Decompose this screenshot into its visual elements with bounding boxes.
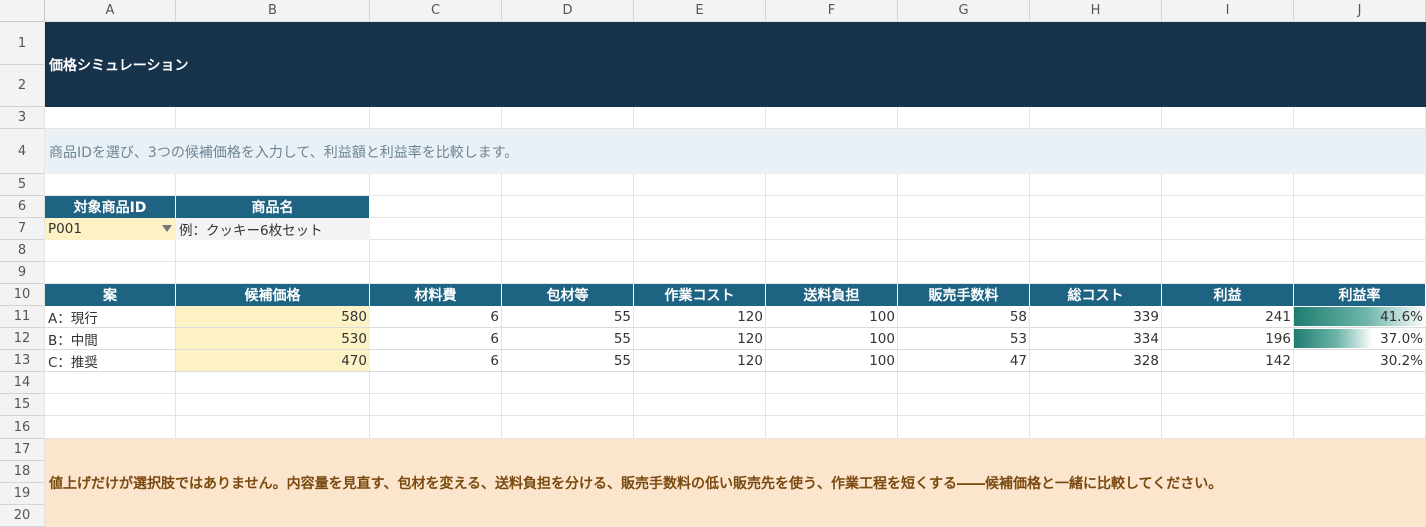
row-header-2[interactable]: 2 — [0, 65, 45, 107]
row-header-17[interactable]: 17 — [0, 439, 45, 461]
advice-note[interactable]: 値上げだけが選択肢ではありません。内容量を見直す、包材を変える、送料負担を分ける… — [45, 439, 1426, 527]
table-cell[interactable]: 120 — [634, 328, 766, 350]
product-id-dropdown[interactable]: P001 — [45, 218, 176, 240]
candidate-price-input[interactable]: 470 — [176, 350, 370, 372]
spreadsheet: ABCDEFGHIJ 1 2 3 4 5 6 7 8 9 10 11 12 13 14 15 16 17 18 19… — [0, 0, 1426, 527]
row-header-1[interactable]: 1 — [0, 22, 45, 65]
table-cell[interactable]: C：推奨 — [45, 350, 176, 372]
table-header-cell[interactable]: 候補価格 — [176, 284, 370, 306]
row-header-10[interactable]: 10 — [0, 284, 45, 306]
grid-line — [45, 393, 1426, 394]
table-header-cell[interactable]: 総コスト — [1030, 284, 1162, 306]
margin-data-bar — [1294, 329, 1373, 348]
column-header-j[interactable]: J — [1294, 0, 1426, 22]
table-header-cell[interactable]: 包材等 — [502, 284, 634, 306]
table-header-cell[interactable]: 販売手数料 — [898, 284, 1030, 306]
candidate-price-input[interactable]: 580 — [176, 306, 370, 328]
row-header-3[interactable]: 3 — [0, 107, 45, 129]
table-cell[interactable]: 334 — [1030, 328, 1162, 350]
column-header-e[interactable]: E — [634, 0, 766, 22]
column-header-g[interactable]: G — [898, 0, 1030, 22]
table-cell[interactable]: 241 — [1162, 306, 1294, 328]
table-cell[interactable]: 100 — [766, 306, 898, 328]
table-cell[interactable]: 6 — [370, 306, 502, 328]
table-cell[interactable]: 55 — [502, 350, 634, 372]
table-cell[interactable]: 339 — [1030, 306, 1162, 328]
table-cell[interactable]: B：中間 — [45, 328, 176, 350]
grid-line — [45, 261, 1426, 262]
table-cell[interactable]: 100 — [766, 328, 898, 350]
row-header-14[interactable]: 14 — [0, 372, 45, 394]
table-cell[interactable]: 47 — [898, 350, 1030, 372]
column-header-i[interactable]: I — [1162, 0, 1294, 22]
margin-value: 37.0% — [1380, 330, 1423, 347]
margin-cell[interactable]: 30.2% — [1294, 350, 1426, 372]
column-header-c[interactable]: C — [370, 0, 502, 22]
row-header-20[interactable]: 20 — [0, 505, 45, 527]
table-header-cell[interactable]: 利益率 — [1294, 284, 1426, 306]
row-header-13[interactable]: 13 — [0, 350, 45, 372]
table-cell[interactable]: 55 — [502, 328, 634, 350]
row-header-6[interactable]: 6 — [0, 196, 45, 218]
candidate-price-input[interactable]: 530 — [176, 328, 370, 350]
table-cell[interactable]: 6 — [370, 350, 502, 372]
select-all-corner[interactable] — [0, 0, 45, 22]
column-header-b[interactable]: B — [176, 0, 370, 22]
row-header-5[interactable]: 5 — [0, 174, 45, 196]
product-name-cell[interactable]: 例：クッキー6枚セット — [176, 218, 370, 240]
row-header-11[interactable]: 11 — [0, 306, 45, 328]
row-header-16[interactable]: 16 — [0, 416, 45, 439]
row-header-19[interactable]: 19 — [0, 483, 45, 505]
grid-line — [45, 415, 1426, 416]
product-id-header[interactable]: 対象商品ID — [45, 196, 176, 218]
table-cell[interactable]: 196 — [1162, 328, 1294, 350]
table-cell[interactable]: 100 — [766, 350, 898, 372]
table-header-cell[interactable]: 作業コスト — [634, 284, 766, 306]
table-cell[interactable]: 58 — [898, 306, 1030, 328]
row-header-4[interactable]: 4 — [0, 129, 45, 174]
table-header-cell[interactable]: 利益 — [1162, 284, 1294, 306]
table-cell[interactable]: 55 — [502, 306, 634, 328]
product-id-value: P001 — [48, 221, 82, 237]
table-header-cell[interactable]: 案 — [45, 284, 176, 306]
column-header-d[interactable]: D — [502, 0, 634, 22]
table-cell[interactable]: 53 — [898, 328, 1030, 350]
table-header-cell[interactable]: 送料負担 — [766, 284, 898, 306]
row-header-8[interactable]: 8 — [0, 240, 45, 262]
page-title[interactable]: 価格シミュレーション — [45, 22, 1426, 107]
margin-value: 41.6% — [1380, 308, 1423, 325]
table-cell[interactable]: 142 — [1162, 350, 1294, 372]
margin-value: 30.2% — [1380, 352, 1423, 369]
row-header-15[interactable]: 15 — [0, 394, 45, 416]
product-name-header[interactable]: 商品名 — [176, 196, 370, 218]
table-cell[interactable]: 120 — [634, 350, 766, 372]
row-header-12[interactable]: 12 — [0, 328, 45, 350]
dropdown-arrow-icon[interactable] — [162, 225, 172, 232]
column-header-f[interactable]: F — [766, 0, 898, 22]
row-header-7[interactable]: 7 — [0, 218, 45, 240]
table-cell[interactable]: A：現行 — [45, 306, 176, 328]
table-header-cell[interactable]: 材料費 — [370, 284, 502, 306]
instruction-text[interactable]: 商品IDを選び、3つの候補価格を入力して、利益額と利益率を比較します。 — [45, 129, 1426, 174]
row-header-18[interactable]: 18 — [0, 461, 45, 483]
column-header-h[interactable]: H — [1030, 0, 1162, 22]
table-cell[interactable]: 120 — [634, 306, 766, 328]
column-header-a[interactable]: A — [45, 0, 176, 22]
row-header-9[interactable]: 9 — [0, 262, 45, 284]
margin-cell[interactable]: 37.0% — [1294, 328, 1426, 350]
table-cell[interactable]: 328 — [1030, 350, 1162, 372]
table-cell[interactable]: 6 — [370, 328, 502, 350]
margin-cell[interactable]: 41.6% — [1294, 306, 1426, 328]
